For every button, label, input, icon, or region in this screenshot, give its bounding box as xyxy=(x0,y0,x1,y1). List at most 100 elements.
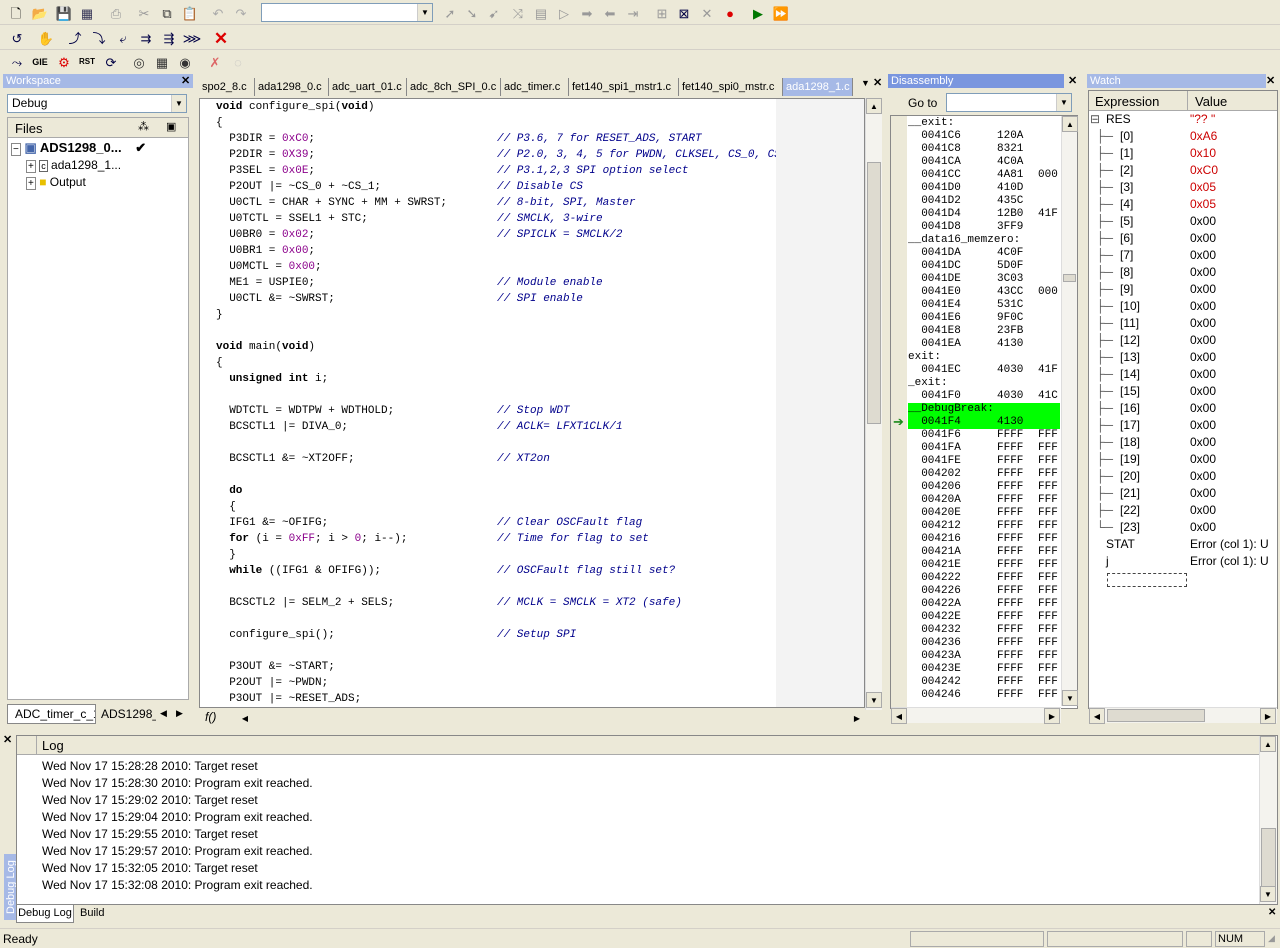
clear-breakpoints-icon[interactable]: ✗ xyxy=(205,52,225,72)
watch-new-entry[interactable] xyxy=(1107,573,1187,587)
code-line[interactable]: } xyxy=(216,307,223,323)
column-options-icon[interactable]: ▣ xyxy=(166,120,176,133)
watch-row[interactable]: STAT Error (col 1): U xyxy=(1090,536,1276,553)
watch-hscrollbar[interactable]: ◀ ▶ xyxy=(1089,707,1277,724)
code-line[interactable]: P2OUT |= ~CS_0 + ~CS_1; xyxy=(216,179,381,195)
code-line[interactable]: for (i = 0xFF; i > 0; i--); xyxy=(216,531,407,547)
disassembly-row[interactable]: 0041D4 12B0 41F xyxy=(908,208,1060,221)
disassembly-listing[interactable]: __exit: 0041C6 120A 0041C8 8321 0041CA 4C0A… xyxy=(908,117,1060,706)
scroll-right-icon[interactable]: ▶ xyxy=(1260,708,1276,724)
disassembly-row[interactable]: 004232 FFFF FFF xyxy=(908,624,1060,637)
watch-row[interactable]: ├─ [2] 0xC0 xyxy=(1090,162,1276,179)
open-folder-icon[interactable]: 📂 xyxy=(30,3,50,23)
disassembly-row[interactable]: 00420A FFFF FFF xyxy=(908,494,1060,507)
cut-icon[interactable]: ✂ xyxy=(134,3,154,23)
watch-row[interactable]: ├─ [3] 0x05 xyxy=(1090,179,1276,196)
workspace-close-icon[interactable]: ✕ xyxy=(181,74,190,88)
disassembly-row[interactable]: 0041FA FFFF FFF xyxy=(908,442,1060,455)
hscroll-left-icon[interactable]: ◀ xyxy=(237,710,253,726)
collapse-icon[interactable]: − xyxy=(11,143,21,156)
code-line[interactable]: } xyxy=(216,547,236,563)
scroll-up-icon[interactable]: ▲ xyxy=(1260,736,1276,752)
disassembly-row[interactable]: 0041C8 8321 xyxy=(908,143,1060,156)
code-line[interactable]: { xyxy=(216,355,223,371)
log-tab-debug[interactable]: Debug Log xyxy=(16,905,74,923)
scroll-down-icon[interactable]: ▼ xyxy=(1062,690,1078,706)
tab-ada1298-1-c[interactable]: ada1298_1.c xyxy=(783,78,853,96)
toggle-breakpoint-icon[interactable]: ● xyxy=(720,3,740,23)
disassembly-row[interactable]: 00421E FFFF FFF xyxy=(908,559,1060,572)
disassembly-label[interactable]: __data16_memzero: xyxy=(908,234,1060,247)
scroll-down-icon[interactable]: ▼ xyxy=(1260,886,1276,902)
disassembly-row[interactable]: 004212 FFFF FFF xyxy=(908,520,1060,533)
break-icon[interactable]: ✋ xyxy=(36,28,56,48)
undo-icon[interactable]: ↶ xyxy=(208,3,228,23)
disassembly-row[interactable]: 0041F6 FFFF FFF xyxy=(908,429,1060,442)
workspace-config-select[interactable]: Debug ▼ xyxy=(7,94,187,113)
rst-button[interactable]: RST xyxy=(77,52,97,72)
code-line[interactable]: U0BR1 = 0x00; xyxy=(216,243,315,259)
print-icon[interactable]: ⎙ xyxy=(106,3,126,23)
tab-scroll-right-icon[interactable]: ▶ xyxy=(176,708,183,719)
disassembly-row[interactable]: 0041E8 23FB xyxy=(908,325,1060,338)
watch-row[interactable]: ⊟ RES "?? " xyxy=(1090,111,1276,128)
disassembly-row[interactable]: 0041E0 43CC 000 xyxy=(908,286,1060,299)
tab-spo2-8-c[interactable]: spo2_8.c xyxy=(199,78,255,96)
watch-list[interactable]: ⊟ RES "?? " ├─ [0] 0xA6 ├─ [1] 0x10 ├─ [2] 0xC0 ├─ [3… xyxy=(1090,111,1276,587)
watch-row[interactable]: ├─ [13] 0x00 xyxy=(1090,349,1276,366)
project-node[interactable]: − ▣ ADS1298_0... ✔ xyxy=(11,140,146,157)
scroll-right-icon[interactable]: ▶ xyxy=(1044,708,1060,724)
watch-row[interactable]: ├─ [8] 0x00 xyxy=(1090,264,1276,281)
disassembly-row[interactable]: 0041EC 4030 41F xyxy=(908,364,1060,377)
watch-row[interactable]: ├─ [6] 0x00 xyxy=(1090,230,1276,247)
watch-row[interactable]: ├─ [4] 0x05 xyxy=(1090,196,1276,213)
copy-icon[interactable]: ⧉ xyxy=(157,3,177,23)
new-file-icon[interactable]: 🗋 xyxy=(6,3,26,23)
find-prev-icon[interactable]: ➘ xyxy=(462,3,482,23)
code-line[interactable]: P2OUT |= ~PWDN; xyxy=(216,675,328,691)
disassembly-row[interactable]: 004202 FFFF FFF xyxy=(908,468,1060,481)
resize-grip-icon[interactable]: ◢ xyxy=(1268,933,1275,944)
scroll-up-icon[interactable]: ▲ xyxy=(866,98,882,114)
editor-tab-menu-icon[interactable]: ▼ xyxy=(861,78,870,88)
disassembly-row[interactable]: 00422E FFFF FFF xyxy=(908,611,1060,624)
disassembly-row[interactable]: 0041DE 3C03 xyxy=(908,273,1060,286)
code-line[interactable]: BCSCTL1 &= ~XT2OFF; xyxy=(216,451,354,467)
disassembly-label[interactable]: exit: xyxy=(908,351,1060,364)
watch-row[interactable]: ├─ [18] 0x00 xyxy=(1090,434,1276,451)
disassembly-row[interactable]: 00421A FFFF FFF xyxy=(908,546,1060,559)
chevron-down-icon[interactable]: ▼ xyxy=(1056,94,1071,111)
tab-fet140-spi1-mstr1-c[interactable]: fet140_spi1_mstr1.c xyxy=(569,78,679,96)
collapse-icon[interactable]: ⊟ xyxy=(1090,111,1100,128)
watch-row[interactable]: ├─ [19] 0x00 xyxy=(1090,451,1276,468)
chevron-down-icon[interactable]: ▼ xyxy=(171,95,186,112)
disassembly-row[interactable]: 0041CC 4A81 000 xyxy=(908,169,1060,182)
watch-row[interactable]: ├─ [15] 0x00 xyxy=(1090,383,1276,400)
next-statement-icon[interactable]: ⇉ xyxy=(136,28,156,48)
watch-icon[interactable]: ⤳ xyxy=(7,52,27,72)
watch-row[interactable]: └─ [23] 0x00 xyxy=(1090,519,1276,536)
redo-icon[interactable]: ↷ xyxy=(231,3,251,23)
file-node[interactable]: + c ada1298_1... xyxy=(26,158,121,175)
watch-row[interactable]: ├─ [0] 0xA6 xyxy=(1090,128,1276,145)
watch-col-divider[interactable] xyxy=(1187,91,1188,111)
workspace-tab-2[interactable]: ADS1298_l xyxy=(96,704,156,724)
code-line[interactable]: void configure_spi(void) xyxy=(216,99,374,115)
refresh-icon[interactable]: ⟳ xyxy=(101,52,121,72)
watch-row[interactable]: ├─ [1] 0x10 xyxy=(1090,145,1276,162)
log-tab-build[interactable]: Build xyxy=(80,905,104,921)
disassembly-row[interactable]: 0041D8 3FF9 xyxy=(908,221,1060,234)
code-line[interactable]: U0TCTL = SSEL1 + STC; xyxy=(216,211,368,227)
expand-icon[interactable]: + xyxy=(26,177,36,190)
code-line[interactable]: BCSCTL1 |= DIVA_0; xyxy=(216,419,348,435)
step-into-icon[interactable]: ⤵ xyxy=(89,28,109,48)
watch-row[interactable]: ├─ [22] 0x00 xyxy=(1090,502,1276,519)
code-line[interactable]: ME1 = USPIE0; xyxy=(216,275,315,291)
target-icon[interactable]: ◎ xyxy=(129,52,149,72)
profiler-icon[interactable]: ◉ xyxy=(175,52,195,72)
debug-icon[interactable]: ▶ xyxy=(748,3,768,23)
code-line[interactable]: WDTCTL = WDTPW + WDTHOLD; xyxy=(216,403,394,419)
disassembly-label[interactable]: __DebugBreak: xyxy=(908,403,1060,416)
disassembly-row[interactable]: 00420E FFFF FFF xyxy=(908,507,1060,520)
disassembly-row[interactable]: 0041E4 531C xyxy=(908,299,1060,312)
